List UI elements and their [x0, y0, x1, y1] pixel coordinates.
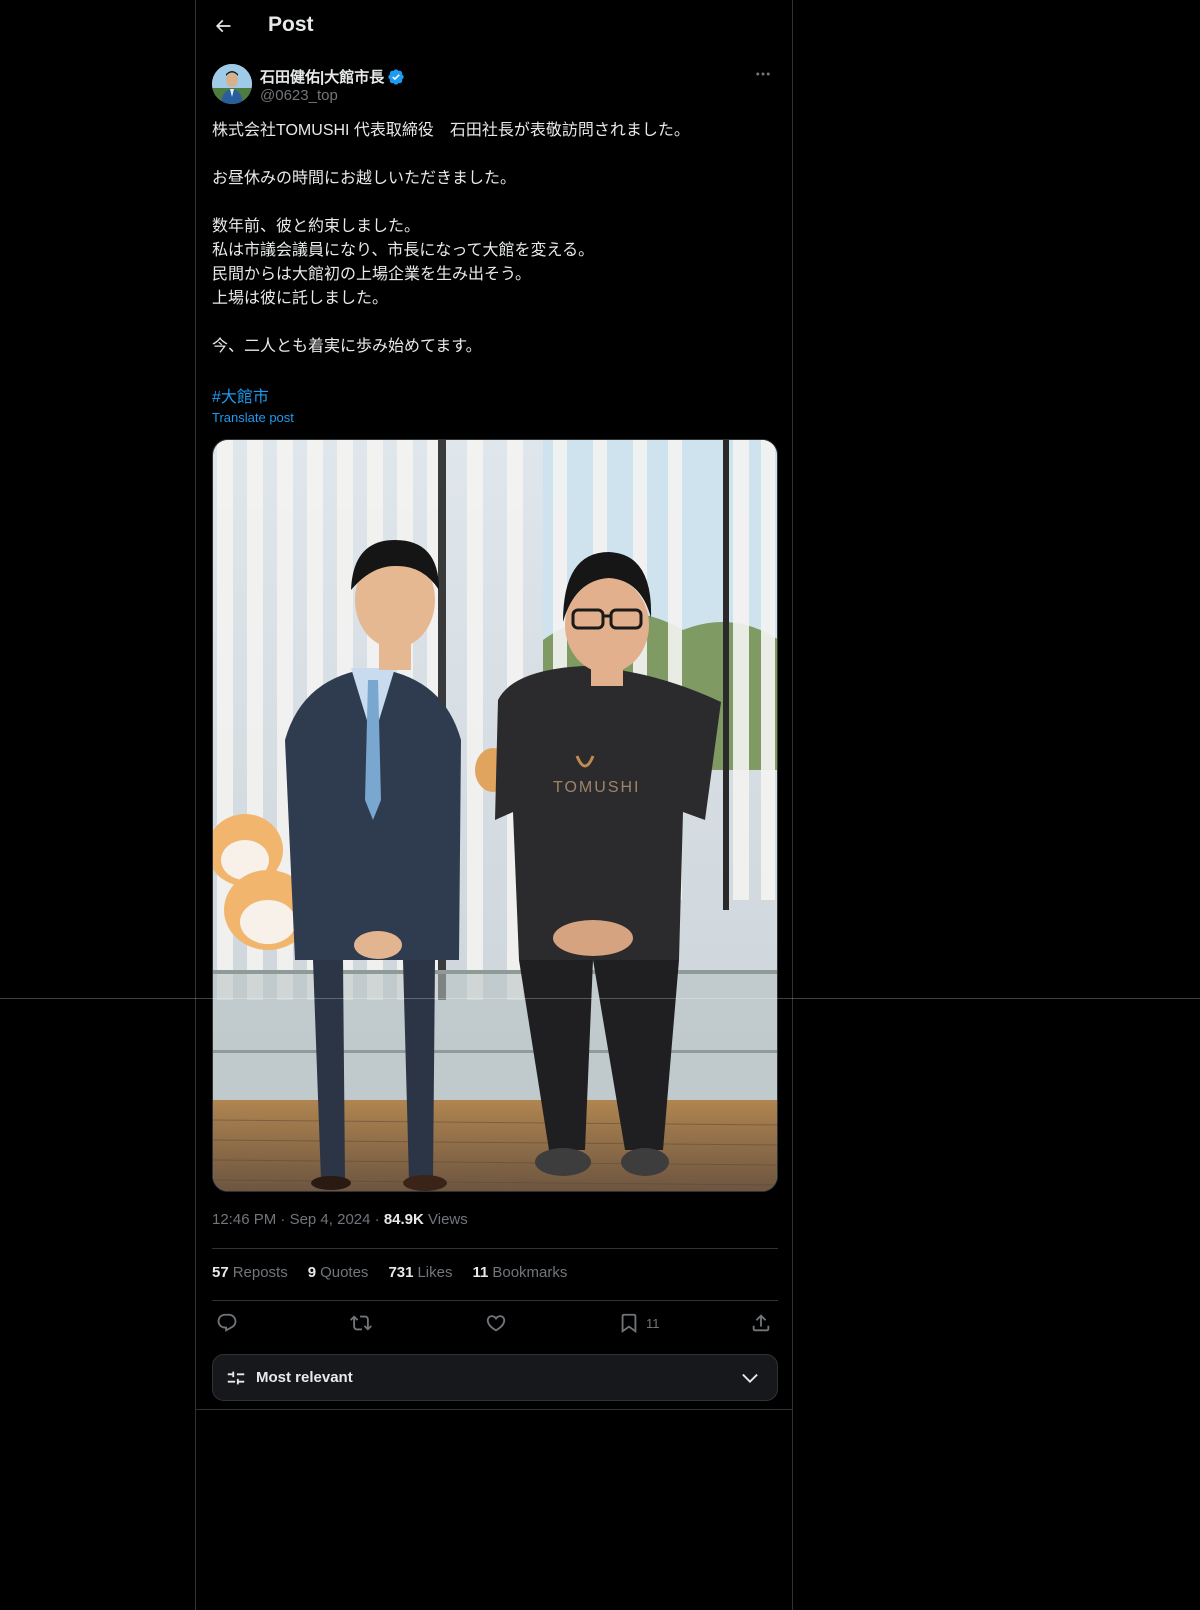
quotes-stat[interactable]: 9 Quotes	[308, 1264, 369, 1281]
views-count: 84.9K	[383, 1211, 424, 1228]
heart-icon	[486, 1315, 506, 1332]
post-text-line	[212, 311, 778, 335]
post-text-line: 今、二人とも着実に歩み始めてます。	[212, 338, 482, 355]
avatar[interactable]	[212, 64, 252, 104]
post-text-line: 私は市議会議員になり、市長になって大館を変える。	[212, 242, 595, 259]
page-header: Post	[196, 0, 792, 53]
author-name[interactable]: 石田健佑|大館市長	[260, 66, 405, 87]
post-text-line: 数年前、彼と約束しました。	[212, 218, 421, 235]
verified-badge-icon	[388, 68, 404, 85]
reply-icon	[217, 1313, 237, 1332]
divider	[212, 1248, 778, 1249]
repost-button[interactable]	[350, 1308, 372, 1338]
likes-stat[interactable]: 731 Likes	[388, 1264, 452, 1281]
author-name-text: 石田健佑|大館市長	[260, 69, 385, 86]
likes-label: Likes	[417, 1264, 453, 1281]
reposts-label: Reposts	[232, 1264, 288, 1281]
replies-sort-dropdown[interactable]: Most relevant	[212, 1354, 778, 1401]
page-title: Post	[268, 13, 314, 36]
photo-illustration: TOMUSHI	[213, 440, 777, 1191]
author-handle[interactable]: @0623_top	[260, 87, 338, 104]
more-options-button[interactable]	[748, 64, 778, 84]
repost-icon	[350, 1315, 372, 1331]
reply-button[interactable]	[216, 1308, 238, 1338]
bookmarks-count: 11	[472, 1264, 489, 1281]
meta-separator: ·	[280, 1211, 290, 1228]
chevron-down-icon	[742, 1373, 758, 1383]
reposts-stat[interactable]: 57 Reposts	[212, 1264, 288, 1281]
back-button[interactable]	[204, 7, 242, 45]
likes-count: 731	[388, 1264, 414, 1281]
bookmarks-label: Bookmarks	[492, 1264, 568, 1281]
divider	[212, 1300, 778, 1301]
quotes-label: Quotes	[320, 1264, 369, 1281]
engagement-stats: 57 Reposts 9 Quotes 731 Likes 11 Bookmarks	[212, 1264, 567, 1281]
quotes-count: 9	[307, 1264, 317, 1281]
bookmark-button[interactable]: 11	[618, 1308, 660, 1338]
post-text-line: 民間からは大館初の上場企業を生み出そう。	[212, 266, 532, 283]
share-button[interactable]	[750, 1308, 772, 1338]
post-column: Post 石田健佑|大館市長 @0623_top 株式会社TOMUSHI 代表取…	[195, 0, 793, 1610]
post-time[interactable]: 12:46 PM	[212, 1211, 276, 1228]
post-text-line: お昼休みの時間にお越しいただきました。	[212, 170, 517, 187]
overlay-guide-line	[0, 998, 1200, 999]
divider	[196, 1409, 792, 1410]
post-date[interactable]: Sep 4, 2024	[290, 1211, 371, 1228]
hashtag-link[interactable]: #大館市	[212, 383, 269, 407]
more-horizontal-icon	[756, 72, 770, 76]
bookmark-icon	[621, 1313, 637, 1334]
post-text-line: 株式会社TOMUSHI 代表取締役 石田社長が表敬訪問されました。	[212, 122, 690, 139]
like-button[interactable]	[485, 1308, 507, 1338]
action-bar: 11	[212, 1308, 778, 1338]
post-text: 株式会社TOMUSHI 代表取締役 石田社長が表敬訪問されました。 お昼休みの時…	[212, 119, 778, 359]
meta-separator: ·	[374, 1211, 384, 1228]
views-label: Views	[428, 1211, 468, 1228]
translate-post-link[interactable]: Translate post	[212, 410, 294, 425]
post-text-line	[212, 191, 778, 215]
post-text-line: 上場は彼に託しました。	[212, 290, 389, 307]
shirt-logo-text: TOMUSHI	[553, 779, 640, 796]
bookmarks-stat[interactable]: 11 Bookmarks	[473, 1264, 568, 1281]
bookmark-count: 11	[646, 1315, 660, 1331]
post-photo[interactable]: TOMUSHI	[212, 439, 778, 1192]
sort-label: Most relevant	[256, 1369, 353, 1386]
sliders-icon	[227, 1371, 245, 1387]
share-icon	[752, 1314, 770, 1332]
post-author: 石田健佑|大館市長 @0623_top	[212, 64, 778, 106]
reposts-count: 57	[212, 1264, 229, 1281]
arrow-left-icon	[215, 19, 231, 33]
post-timestamp: 12:46 PM · Sep 4, 2024 · 84.9K Views	[212, 1211, 468, 1228]
post-text-line	[212, 143, 778, 167]
